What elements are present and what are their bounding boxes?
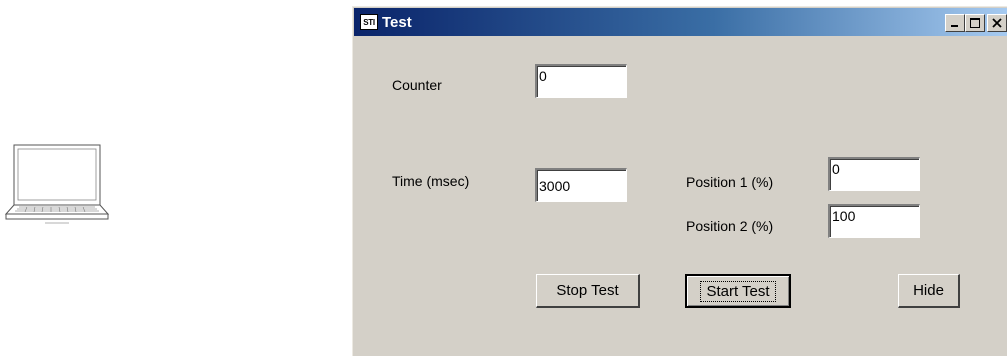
position2-field[interactable]: 100	[828, 204, 920, 238]
window-title: Test	[382, 13, 412, 31]
laptop-icon	[5, 144, 109, 224]
close-button[interactable]	[987, 14, 1007, 32]
title-bar[interactable]: STI Test	[354, 8, 1007, 36]
maximize-button[interactable]	[965, 14, 985, 32]
counter-field[interactable]: 0	[535, 64, 627, 98]
hide-button[interactable]: Hide	[898, 274, 960, 308]
close-icon	[992, 18, 1002, 28]
start-test-button[interactable]: Start Test	[685, 274, 791, 308]
time-field[interactable]: 3000	[535, 168, 627, 202]
position1-field[interactable]: 0	[828, 157, 920, 191]
minimize-button[interactable]	[945, 14, 965, 32]
counter-label: Counter	[392, 77, 442, 93]
app-icon[interactable]: STI	[360, 14, 378, 30]
start-test-label: Start Test	[700, 280, 776, 302]
app-icon-text: STI	[363, 17, 375, 27]
maximize-icon	[970, 18, 980, 28]
window-controls	[945, 14, 1007, 32]
test-window: STI Test Counter 0 Time (msec) 3000 Posi…	[351, 5, 1007, 356]
position1-label: Position 1 (%)	[686, 174, 774, 190]
time-label: Time (msec)	[392, 173, 470, 189]
stop-test-button[interactable]: Stop Test	[536, 274, 640, 308]
minimize-icon	[951, 25, 958, 27]
position2-label: Position 2 (%)	[686, 218, 774, 234]
